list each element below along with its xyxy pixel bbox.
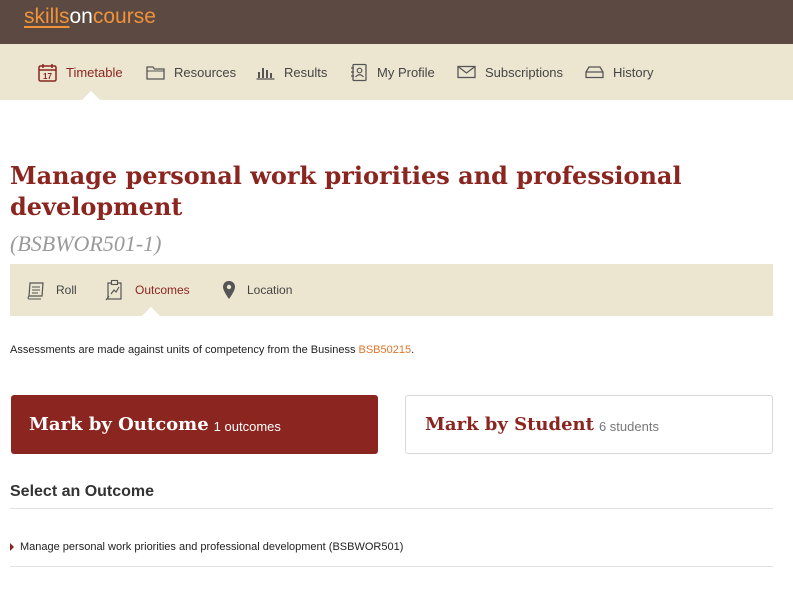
nav-item-results[interactable]: Results [256,62,327,82]
main-nav: 17 Timetable Resources Results My Profil [0,44,793,100]
sub-nav-label-location: Location [247,283,293,297]
page-title: Manage personal work priorities and prof… [10,161,682,221]
nav-label-history: History [613,64,654,80]
roll-icon [27,281,44,300]
unit-code: (BSBWOR501-1) [10,231,162,256]
logo-word-course: course [92,5,156,28]
outcome-label: Manage personal work priorities and prof… [20,541,404,553]
select-outcome-heading: Select an Outcome [10,483,155,500]
sub-nav-label-roll: Roll [56,283,77,297]
nav-label-subscriptions: Subscriptions [485,64,564,80]
nav-label-results: Results [284,64,328,80]
sub-nav-item-roll[interactable]: Roll [26,280,77,300]
envelope-icon [457,65,476,79]
bar-chart-icon [256,68,275,80]
outcome-count: 1 outcomes [213,419,281,434]
assessment-info-suffix: . [411,344,415,356]
nav-item-history[interactable]: History [585,62,653,82]
brand-logo[interactable]: skillsoncourse [24,4,156,30]
outcome-list-item[interactable]: Manage personal work priorities and prof… [10,537,773,557]
sub-nav-item-location[interactable]: Location [221,280,292,300]
logo-word-on: on [69,5,93,28]
sub-nav-label-outcomes: Outcomes [135,283,190,297]
mark-by-outcome-button[interactable]: Mark by Outcome 1 outcomes [11,395,378,454]
calendar-icon: 17 [38,63,57,82]
nav-item-my-profile[interactable]: My Profile [350,62,435,82]
folder-icon [146,66,165,80]
qualification-link[interactable]: BSB50215 [359,344,412,356]
divider [10,508,773,509]
nav-item-subscriptions[interactable]: Subscriptions [457,62,563,82]
mark-by-student-label: Mark by Student [425,414,594,435]
nav-label-timetable: Timetable [66,64,123,80]
profile-icon [351,63,367,81]
nav-item-resources[interactable]: Resources [146,62,236,82]
calendar-day-number: 17 [43,72,52,81]
active-nav-pointer [82,91,100,100]
nav-label-resources: Resources [174,64,237,80]
top-bar: skillsoncourse [0,0,793,44]
sub-nav: Roll Outcomes Location [10,264,773,316]
student-count: 6 students [598,419,659,434]
active-sub-nav-pointer [142,307,160,316]
mark-by-student-button[interactable]: Mark by Student 6 students [405,395,773,454]
mark-by-outcome-label: Mark by Outcome [29,414,209,435]
assessment-info-text: Assessments are made against units of co… [10,344,359,356]
map-pin-icon [223,281,235,299]
assessment-info: Assessments are made against units of co… [10,344,414,356]
caret-right-icon [10,543,14,551]
sub-nav-item-outcomes[interactable]: Outcomes [105,279,190,301]
nav-label-my-profile: My Profile [377,64,435,80]
nav-item-timetable[interactable]: 17 Timetable [38,62,123,82]
logo-word-skills: skills [24,5,70,28]
outcomes-icon [105,279,122,301]
archive-icon [585,66,604,79]
divider [10,566,773,567]
